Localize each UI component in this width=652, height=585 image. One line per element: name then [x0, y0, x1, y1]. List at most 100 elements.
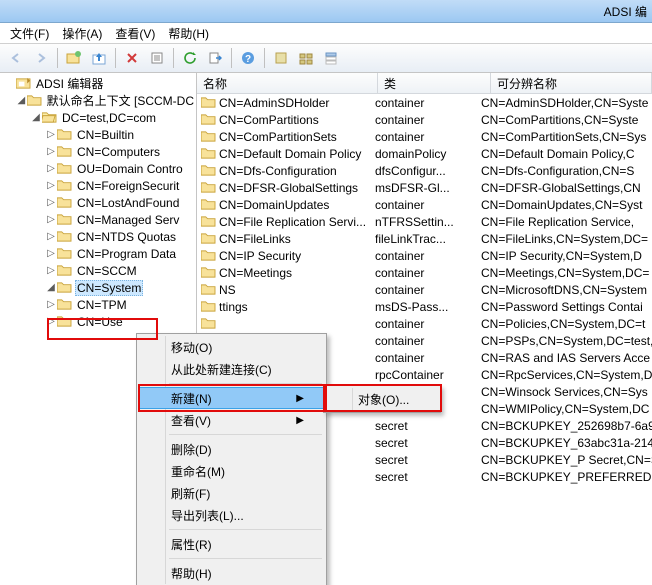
ctx-help[interactable]: 帮助(H): [139, 562, 324, 584]
col-class[interactable]: 类: [378, 73, 491, 93]
row-dn: CN=MicrosoftDNS,CN=System: [475, 283, 652, 297]
ctx-move[interactable]: 移动(O): [139, 336, 324, 358]
list-row[interactable]: CN=DFSR-GlobalSettingsmsDFSR-Gl...CN=DFS…: [197, 179, 652, 196]
list-row[interactable]: CN=Dfs-ConfigurationdfsConfigur...CN=Dfs…: [197, 162, 652, 179]
tree-item[interactable]: ▷CN=Program Data: [0, 245, 196, 262]
row-name: ttings: [219, 300, 248, 314]
row-class: domainPolicy: [369, 147, 475, 161]
tree-item[interactable]: ◢CN=System: [0, 279, 196, 296]
row-class: container: [369, 96, 475, 110]
col-name[interactable]: 名称: [197, 73, 378, 93]
ctx-view[interactable]: 查看(V)▶: [139, 409, 324, 431]
open-folder-icon: [42, 111, 57, 124]
refresh-button[interactable]: [178, 46, 202, 70]
row-name: NS: [219, 283, 236, 297]
folder-icon: [201, 317, 216, 330]
list-row[interactable]: CN=ComPartitionSetscontainerCN=ComPartit…: [197, 128, 652, 145]
ctx-new-connection[interactable]: 从此处新建连接(C): [139, 358, 324, 380]
list-row[interactable]: CN=AdminSDHoldercontainerCN=AdminSDHolde…: [197, 94, 652, 111]
row-name: CN=Meetings: [219, 266, 292, 280]
tree-item[interactable]: ▷CN=TPM: [0, 296, 196, 313]
adsi-icon: [16, 77, 31, 90]
forward-button[interactable]: [29, 46, 53, 70]
ctx-rename[interactable]: 重命名(M): [139, 460, 324, 482]
context-menu[interactable]: 移动(O) 从此处新建连接(C) 新建(N)▶ 查看(V)▶ 删除(D) 重命名…: [136, 333, 327, 585]
row-dn: CN=ComPartitions,CN=Syste: [475, 113, 652, 127]
ctx-export[interactable]: 导出列表(L)...: [139, 504, 324, 526]
tree-item[interactable]: ▷CN=SCCM: [0, 262, 196, 279]
view3-button[interactable]: [319, 46, 343, 70]
delete-button[interactable]: [120, 46, 144, 70]
menu-action[interactable]: 操作(A): [56, 24, 108, 43]
list-row[interactable]: containerCN=Policies,CN=System,DC=t: [197, 315, 652, 332]
menu-help[interactable]: 帮助(H): [162, 24, 215, 43]
tree-item[interactable]: ▷CN=Use: [0, 313, 196, 330]
list-row[interactable]: NScontainerCN=MicrosoftDNS,CN=System: [197, 281, 652, 298]
submenu-arrow-icon: ▶: [296, 415, 304, 426]
row-dn: CN=BCKUPKEY_252698b7-6a9: [475, 419, 652, 433]
list-row[interactable]: CN=IP SecuritycontainerCN=IP Security,CN…: [197, 247, 652, 264]
ctx-new[interactable]: 新建(N)▶: [139, 387, 324, 409]
folder-icon: [201, 181, 216, 194]
list-row[interactable]: CN=File Replication Servi...nTFRSSettin.…: [197, 213, 652, 230]
row-class: nTFRSSettin...: [369, 215, 475, 229]
view1-button[interactable]: [269, 46, 293, 70]
list-row[interactable]: ttingsmsDS-Pass...CN=Password Settings C…: [197, 298, 652, 315]
row-dn: CN=DFSR-GlobalSettings,CN: [475, 181, 652, 195]
tree-root[interactable]: ADSI 编辑器: [0, 75, 196, 92]
row-dn: CN=BCKUPKEY_63abc31a-2142: [475, 436, 652, 450]
menu-view[interactable]: 查看(V): [109, 24, 161, 43]
row-class: container: [369, 266, 475, 280]
properties-button[interactable]: [145, 46, 169, 70]
col-dn[interactable]: 可分辨名称: [491, 73, 652, 93]
row-name: CN=Dfs-Configuration: [219, 164, 337, 178]
tree-naming-context[interactable]: ◢默认命名上下文 [SCCM-DC: [0, 92, 196, 109]
view2-button[interactable]: [294, 46, 318, 70]
list-row[interactable]: CN=ComPartitionscontainerCN=ComPartition…: [197, 111, 652, 128]
list-row[interactable]: CN=Default Domain PolicydomainPolicyCN=D…: [197, 145, 652, 162]
context-submenu[interactable]: 对象(O)...: [323, 385, 441, 413]
tree-dc[interactable]: ◢DC=test,DC=com: [0, 109, 196, 126]
folder-icon: [57, 162, 72, 175]
row-dn: CN=AdminSDHolder,CN=Syste: [475, 96, 652, 110]
list-row[interactable]: CN=MeetingscontainerCN=Meetings,CN=Syste…: [197, 264, 652, 281]
folder-icon: [57, 247, 72, 260]
tree-item[interactable]: ▷CN=LostAndFound: [0, 194, 196, 211]
row-name: CN=FileLinks: [219, 232, 291, 246]
row-class: secret: [369, 436, 475, 450]
tree-item[interactable]: ▷CN=Computers: [0, 143, 196, 160]
folder-icon: [201, 249, 216, 262]
new-container-button[interactable]: [62, 46, 86, 70]
tree-item[interactable]: ▷CN=ForeignSecurit: [0, 177, 196, 194]
list-row[interactable]: CN=FileLinksfileLinkTrac...CN=FileLinks,…: [197, 230, 652, 247]
tree-item[interactable]: ▷CN=NTDS Quotas: [0, 228, 196, 245]
ctx-properties[interactable]: 属性(R): [139, 533, 324, 555]
row-dn: CN=ComPartitionSets,CN=Sys: [475, 130, 652, 144]
ctx-refresh[interactable]: 刷新(F): [139, 482, 324, 504]
row-dn: CN=File Replication Service,: [475, 215, 652, 229]
row-dn: CN=PSPs,CN=System,DC=test,: [475, 334, 652, 348]
tree-item[interactable]: ▷OU=Domain Contro: [0, 160, 196, 177]
export-button[interactable]: [203, 46, 227, 70]
tree-item[interactable]: ▷CN=Builtin: [0, 126, 196, 143]
list-row[interactable]: CN=DomainUpdatescontainerCN=DomainUpdate…: [197, 196, 652, 213]
folder-icon: [57, 128, 72, 141]
ctx-delete[interactable]: 删除(D): [139, 438, 324, 460]
list-header[interactable]: 名称 类 可分辨名称: [197, 73, 652, 94]
row-name: CN=File Replication Servi...: [219, 215, 366, 229]
up-level-button[interactable]: [87, 46, 111, 70]
menu-file[interactable]: 文件(F): [4, 24, 55, 43]
folder-icon: [201, 198, 216, 211]
row-dn: CN=RAS and IAS Servers Acce: [475, 351, 652, 365]
row-class: container: [369, 249, 475, 263]
back-button[interactable]: [4, 46, 28, 70]
row-class: container: [369, 334, 475, 348]
folder-icon: [201, 130, 216, 143]
row-class: msDS-Pass...: [369, 300, 475, 314]
row-name: CN=DomainUpdates: [219, 198, 329, 212]
folder-icon: [57, 281, 72, 294]
folder-icon: [201, 232, 216, 245]
tree-item[interactable]: ▷CN=Managed Serv: [0, 211, 196, 228]
help-button[interactable]: ?: [236, 46, 260, 70]
ctx-object[interactable]: 对象(O)...: [326, 388, 438, 410]
